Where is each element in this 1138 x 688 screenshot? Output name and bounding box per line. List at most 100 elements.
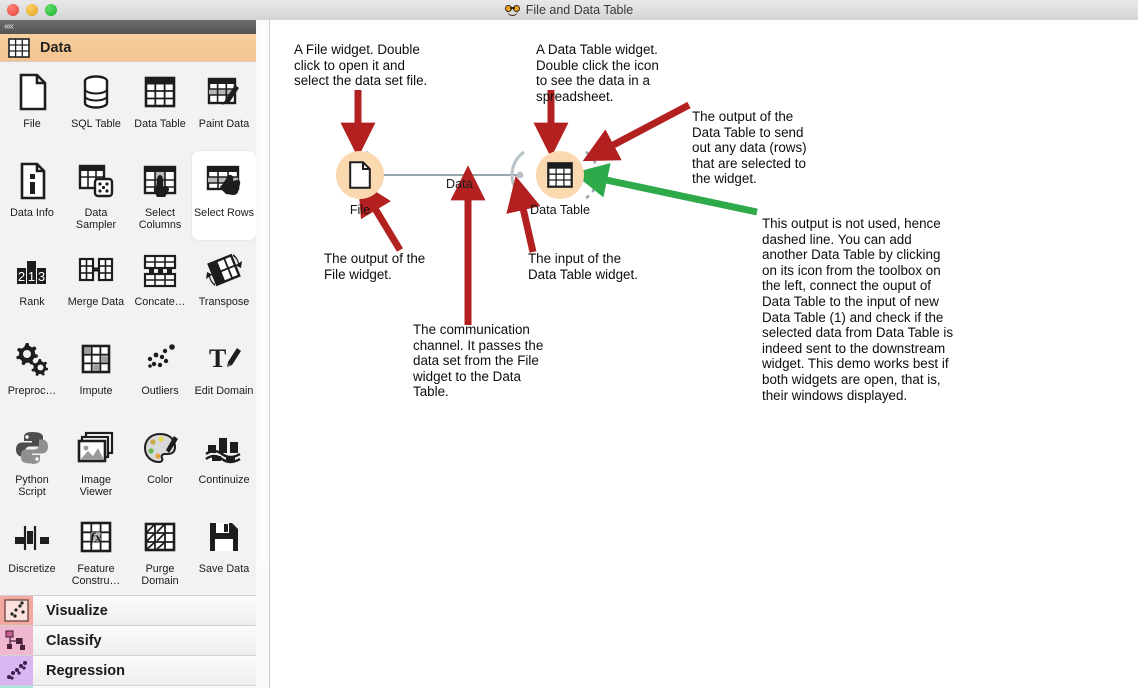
- toolbox-widget-transpose[interactable]: Transpose: [192, 240, 256, 329]
- toolbox-widget-impute[interactable]: Impute: [64, 329, 128, 418]
- workflow-canvas[interactable]: File Data Table Data A File widget. Doub…: [270, 20, 1138, 688]
- sidebar-label-regression: Regression: [46, 663, 125, 679]
- toolbox-widget-preproc[interactable]: Preproc…: [0, 329, 64, 418]
- toolbox-widget-label: Select Rows: [193, 207, 254, 219]
- grid-fx-icon: fx: [75, 516, 117, 558]
- category-label-data: Data: [40, 39, 72, 56]
- chevron-double-left-icon[interactable]: ««: [4, 22, 14, 32]
- toolbox-widget-save-data[interactable]: Save Data: [192, 507, 256, 596]
- toolbox-widget-label: Merge Data: [67, 296, 125, 308]
- tree-classify-icon: [0, 626, 33, 656]
- datatable-input-arc[interactable]: [510, 150, 525, 200]
- sidebar-item-regression[interactable]: Regression: [0, 655, 256, 686]
- widget-row: Python Script Image Viewer Color Continuize: [0, 418, 256, 507]
- toolbox-widget-paint-data[interactable]: Paint Data: [192, 62, 256, 151]
- palette-icon: [139, 427, 181, 469]
- grid-impute-icon: [75, 338, 117, 380]
- python-icon: [11, 427, 53, 469]
- toolbox-widget-label: Concate…: [134, 296, 186, 308]
- arrow-datatable-output-note: [582, 101, 691, 162]
- toolbox-widget-label: Rank: [19, 296, 45, 308]
- toolbox-widget-label: Preproc…: [7, 385, 57, 397]
- gears-icon: [11, 338, 53, 380]
- toolbox-widget-continuize[interactable]: Continuize: [192, 418, 256, 507]
- document-info-icon: [11, 160, 53, 202]
- window-title: File and Data Table: [525, 3, 634, 17]
- scrollbar-thumb[interactable]: [259, 24, 266, 564]
- toolbox-widget-data-table[interactable]: Data Table: [128, 62, 192, 151]
- widget-row: File SQL Table Data Table Paint Data: [0, 62, 256, 151]
- text-pencil-icon: T: [203, 338, 245, 380]
- toolbox-widget-label: Transpose: [198, 296, 250, 308]
- annotation-file-widget-note: A File widget. Double click to open it a…: [294, 42, 428, 89]
- grid-dice-icon: [75, 160, 117, 202]
- grid-hand-row-icon: [203, 160, 245, 202]
- node-label-file: File: [349, 203, 371, 217]
- toolbox-widget-color[interactable]: Color: [128, 418, 192, 507]
- toolbox-widget-merge-data[interactable]: Merge Data: [64, 240, 128, 329]
- toolbox-widget-feature-constru[interactable]: fx Feature Constru…: [64, 507, 128, 596]
- widget-row: Discretize fx Feature Constru… Purge Domain…: [0, 507, 256, 596]
- toolbox-widget-rank[interactable]: 2 1 3 Rank: [0, 240, 64, 329]
- toolbox-widget-label: Color: [147, 474, 173, 486]
- toolbox-widget-select-columns[interactable]: Select Columns: [128, 151, 192, 240]
- toolbox-widget-label: Impute: [79, 385, 113, 397]
- category-header-data[interactable]: Data: [0, 34, 256, 62]
- toolbox-widget-edit-domain[interactable]: T Edit Domain: [192, 329, 256, 418]
- sidebar-item-visualize[interactable]: Visualize: [0, 595, 256, 626]
- database-icon: [75, 71, 117, 113]
- scatterplot-icon: [0, 596, 33, 626]
- toolbox-widget-data-info[interactable]: Data Info: [0, 151, 64, 240]
- concatenate-grids-icon: [139, 249, 181, 291]
- node-label-data-table: Data Table: [530, 203, 590, 217]
- bars-213-icon: 213: [11, 249, 53, 291]
- svg-text:T: T: [209, 344, 226, 373]
- widget-row: Data Info Data Sampler Select Columns Selec…: [0, 151, 256, 240]
- toolbox-widget-label: Select Columns: [138, 207, 182, 231]
- document-icon: [349, 161, 371, 189]
- svg-text:1: 1: [28, 269, 35, 284]
- sidebar-label-visualize: Visualize: [46, 603, 108, 619]
- orange-canvas-window: File and Data Table «« Data File SQL Tabl…: [0, 0, 1138, 688]
- floppy-disk-icon: [203, 516, 245, 558]
- toolbox-widget-label: Save Data: [198, 563, 250, 575]
- window-title-wrap: File and Data Table: [0, 0, 1138, 20]
- toolbox-widget-sql-table[interactable]: SQL Table: [64, 62, 128, 151]
- widget-row: 2 1 3 Rank Merge Data Concate… Transpose: [0, 240, 256, 329]
- toolbox-widget-label: Outliers: [141, 385, 179, 397]
- toolbox-widget-image-viewer[interactable]: Image Viewer: [64, 418, 128, 507]
- toolbox-widget-label: Data Sampler: [75, 207, 117, 231]
- svg-text:fx: fx: [90, 531, 102, 546]
- discretize-bars-icon: [11, 516, 53, 558]
- sidebar-item-classify[interactable]: Classify: [0, 625, 256, 656]
- grid-hand-column-icon: [139, 160, 181, 202]
- toolbox-widget-concate[interactable]: Concate…: [128, 240, 192, 329]
- document-icon: [11, 71, 53, 113]
- toolbox-widget-data-sampler[interactable]: Data Sampler: [64, 151, 128, 240]
- toolbox-widget-select-rows[interactable]: Select Rows: [192, 151, 256, 240]
- image-stack-icon: [75, 427, 117, 469]
- link-channel-label: Data: [446, 177, 473, 191]
- toolbox-widget-label: Discretize: [8, 563, 56, 575]
- toolbox-widget-label: Purge Domain: [141, 563, 179, 587]
- toolbox-widget-file[interactable]: File: [0, 62, 64, 151]
- toolbox-widget-outliers[interactable]: Outliers: [128, 329, 192, 418]
- datatable-output-arc-dashed[interactable]: [585, 150, 600, 200]
- toolbox-scrollbar[interactable]: [256, 20, 270, 688]
- toolbox-widget-label: File: [23, 118, 41, 130]
- toolbox-widget-label: Edit Domain: [194, 385, 254, 397]
- toolbox-widget-label: Continuize: [198, 474, 250, 486]
- toolbox-widget-label: Paint Data: [198, 118, 250, 130]
- toolbox-widget-purge-domain[interactable]: Purge Domain: [128, 507, 192, 596]
- toolbox-widget-label: Image Viewer: [79, 474, 113, 498]
- continuize-bars-icon: [203, 427, 245, 469]
- annotation-data-table-widget-note: A Data Table widget. Double click the ic…: [536, 42, 659, 104]
- svg-text:2: 2: [18, 269, 25, 284]
- window-titlebar: File and Data Table: [0, 0, 1138, 21]
- toolbox-widget-python-script[interactable]: Python Script: [0, 418, 64, 507]
- grid-hatched-icon: [139, 516, 181, 558]
- toolbox-widget-discretize[interactable]: Discretize: [0, 507, 64, 596]
- toolbox-widget-label: Feature Constru…: [71, 563, 121, 587]
- svg-text:3: 3: [38, 269, 45, 284]
- widget-toolbox: «« Data File SQL Table Data Table Paint Dat…: [0, 20, 257, 688]
